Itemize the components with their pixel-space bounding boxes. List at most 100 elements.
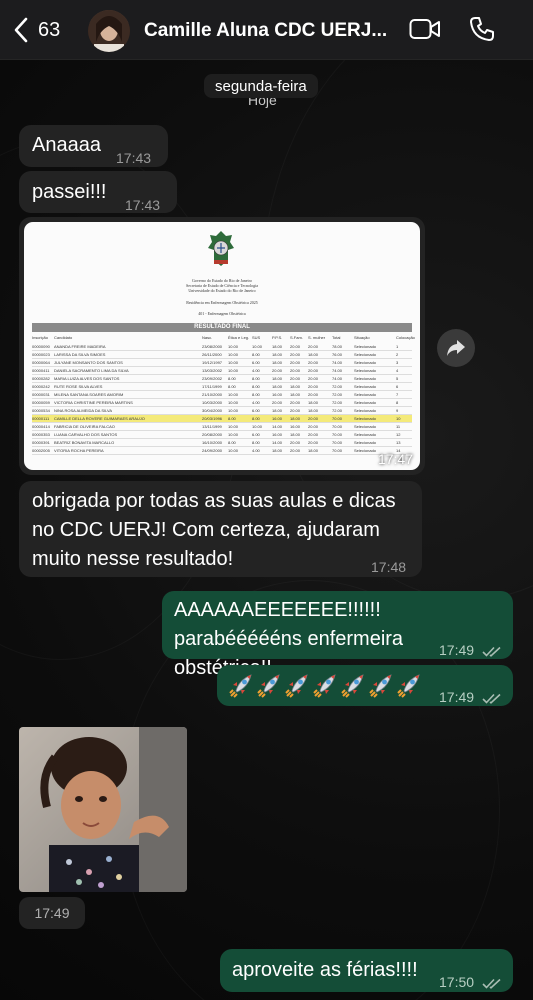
table-cell: 8.00	[252, 392, 260, 397]
table-cell: 20.00	[308, 376, 319, 381]
table-cell: 70.00	[332, 440, 343, 445]
table-cell: 18.00	[290, 416, 301, 421]
table-cell: 16.00	[272, 392, 283, 397]
table-cell: 7	[396, 392, 399, 397]
table-cell: 18.00	[308, 400, 319, 405]
table-row: 00000111 CAMILLE DELLA ROVERE GUIMARAES A…	[32, 415, 412, 422]
message-bubble-incoming[interactable]: passei!!! 17:43	[19, 171, 177, 213]
rocket-icon	[341, 674, 364, 698]
message-bubble-outgoing[interactable]: AAAAAAEEEEEEE!!!!!! parabéééééns enferme…	[162, 591, 513, 679]
table-cell: 76.00	[332, 352, 343, 357]
message-text: obrigada por todas as suas aulas e dicas…	[32, 490, 396, 570]
table-cell: 8.00	[252, 440, 260, 445]
table-cell: 20.00	[290, 400, 301, 405]
table-row: 00000031 MILENA SANTANA SOARES AMORIM 21/1…	[32, 391, 412, 398]
table-cell: 4.00	[252, 400, 260, 405]
message-time: 17:48	[371, 559, 407, 575]
result-title: RESULTADO FINAL	[32, 323, 412, 332]
table-cell: S.Fam.	[290, 335, 303, 340]
table-cell: 00000414	[32, 424, 50, 429]
table-cell: 17/11/1999	[202, 384, 222, 389]
table-cell: 74.00	[332, 376, 343, 381]
message-bubble-outgoing[interactable]: aproveite as férias!!!! 17:50	[220, 949, 513, 992]
table-cell: DANIELA SACRAMENTO LIMA DA SILVA	[54, 368, 129, 373]
message-bubble-incoming[interactable]: Anaaaa 17:43	[19, 125, 168, 167]
voice-call-button[interactable]	[469, 16, 495, 47]
contact-name[interactable]: Camille Aluna CDC UERJ...	[144, 20, 390, 42]
table-cell: 8.00	[252, 376, 260, 381]
rocket-icon	[369, 674, 392, 698]
rocket-icon	[285, 674, 308, 698]
table-cell: 10.00	[228, 368, 239, 373]
table-cell: 4	[396, 368, 399, 373]
table-row: 00000242 RUTE ROSE SILVA ALVES 17/11/1999 8…	[32, 383, 412, 390]
table-cell: 20.00	[308, 440, 319, 445]
table-cell: 8.00	[228, 440, 236, 445]
table-cell: 12	[396, 432, 401, 437]
message-meta: 17:50	[439, 968, 502, 997]
table-cell: Selecionado	[354, 400, 377, 405]
table-cell: 2	[396, 352, 399, 357]
message-time: 17:49	[19, 897, 85, 929]
table-cell: MILENA SANTANA SOARES AMORIM	[54, 392, 124, 397]
table-cell: 20.00	[290, 368, 301, 373]
table-cell: 21/10/2000	[202, 392, 223, 397]
message-time: 17:49	[439, 689, 475, 705]
chat-header: 63 Camille Aluna CDC UERJ...	[0, 0, 533, 60]
table-cell: 16.00	[290, 424, 301, 429]
table-cell: 9	[396, 408, 399, 413]
table-cell: 20.00	[308, 432, 319, 437]
table-cell: 10.00	[228, 360, 239, 365]
table-row: 00000064 JULYANE MONSANTO DOS SANTOS 19/12…	[32, 359, 412, 366]
photo-message[interactable]	[19, 727, 187, 892]
table-cell: 20.00	[308, 384, 319, 389]
table-cell: Situação	[354, 335, 370, 340]
table-cell: 8.00	[252, 352, 260, 357]
table-row: 00000411 DANIELA SACRAMENTO LIMA DA SILVA…	[32, 367, 412, 374]
table-cell: 16.00	[272, 432, 283, 437]
table-cell: 20.00	[290, 344, 301, 349]
table-cell: 11	[396, 424, 401, 429]
table-cell: 20.00	[290, 352, 301, 357]
table-cell: 8.00	[228, 376, 236, 381]
table-cell: 70.00	[332, 448, 343, 453]
table-cell: 00000059	[32, 400, 50, 405]
message-bubble-outgoing[interactable]: 17:49	[217, 665, 513, 706]
table-cell: 6	[396, 384, 399, 389]
table-cell: P.P.S.	[272, 335, 283, 340]
table-cell: 4.00	[252, 448, 260, 453]
table-cell: Total	[332, 335, 341, 340]
document-header: Governo do Estado do Rio de Janeiro Secr…	[24, 278, 420, 316]
table-cell: MARIA LUIZA ALVES DOS SANTOS	[54, 376, 120, 381]
table-cell: 6.00	[252, 408, 260, 413]
table-cell: 20.00	[272, 400, 283, 405]
table-cell: CAMILLE DELLA ROVERE GUIMARAES ARAUJO	[54, 416, 145, 421]
table-cell: 13/11/1999	[202, 424, 222, 429]
table-row: 00000534 NINA ROSA ALMEIDA DA SILVA 30/04/…	[32, 407, 412, 414]
table-cell: 72.00	[332, 400, 343, 405]
avatar[interactable]	[88, 10, 130, 52]
table-cell: 18.00	[308, 448, 319, 453]
table-cell: 23/09/2002	[202, 376, 223, 381]
table-cell: 20.00	[308, 424, 319, 429]
forward-button[interactable]	[437, 329, 475, 367]
table-cell: 5	[396, 376, 399, 381]
back-button[interactable]: 63	[14, 17, 60, 43]
table-cell: 00000353	[32, 432, 50, 437]
date-chip: segunda-feira	[204, 74, 318, 98]
table-cell: RUTE ROSE SILVA ALVES	[54, 384, 103, 389]
rocket-emoji-row	[229, 671, 429, 699]
image-message[interactable]: Governo do Estado do Rio de Janeiro Secr…	[19, 217, 425, 475]
table-cell: ANANDA FREIRE MADEIRA	[54, 344, 106, 349]
message-text: Anaaaa	[32, 134, 101, 156]
video-call-button[interactable]	[409, 16, 441, 47]
table-cell: Selecionado	[354, 376, 377, 381]
table-cell: 10/03/2000	[202, 400, 223, 405]
table-cell: 20.00	[290, 408, 301, 413]
message-bubble-incoming[interactable]: obrigada por todas as suas aulas e dicas…	[19, 481, 422, 577]
table-cell: FABRICIA DE OLIVEIRA FALCAO	[54, 424, 115, 429]
table-cell: 10.00	[252, 424, 263, 429]
table-cell: 6.00	[252, 360, 260, 365]
document-header-line: 401 - Enfermagem Obstétrica	[198, 311, 246, 316]
table-cell: 8.00	[228, 384, 236, 389]
